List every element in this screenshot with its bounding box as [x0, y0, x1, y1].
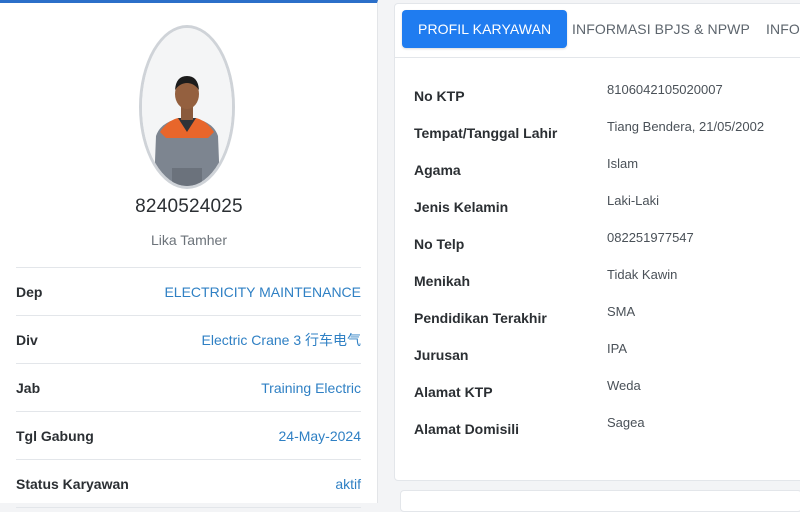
- info-row-tgl-gabung: Tgl Gabung 24-May-2024: [16, 411, 361, 459]
- field-value-agama: Islam: [607, 156, 639, 171]
- field-label-agama: Agama: [414, 162, 461, 178]
- field-value-no-ktp: 8106042105020007: [607, 82, 723, 97]
- info-label-div: Div: [16, 331, 38, 348]
- field-value-pendidikan-terakhir: SMA: [607, 304, 636, 319]
- info-row-dep: Dep ELECTRICITY MAINTENANCE: [16, 267, 361, 315]
- field-value-alamat-ktp: Weda: [607, 378, 641, 393]
- info-label-status: Status Karyawan: [16, 475, 129, 492]
- info-label-dep: Dep: [16, 283, 43, 300]
- info-row-jab: Jab Training Electric: [16, 363, 361, 411]
- field-label-tempat-tanggal-lahir: Tempat/Tanggal Lahir: [414, 125, 558, 141]
- field-value-alamat-domisili: Sagea: [607, 415, 645, 430]
- info-label-jab: Jab: [16, 379, 41, 396]
- employee-name: Lika Tamher: [150, 232, 227, 248]
- field-label-pendidikan-terakhir: Pendidikan Terakhir: [414, 310, 547, 326]
- field-value-jenis-kelamin: Laki-Laki: [607, 193, 660, 208]
- profile-card: 8240524025 Lika Tamher Dep ELECTRICITY M…: [0, 0, 378, 508]
- info-value-div[interactable]: Electric Crane 3 行车电气: [202, 330, 361, 350]
- info-value-tgl-gabung[interactable]: 24-May-2024: [279, 428, 362, 444]
- field-value-tempat-tanggal-lahir: Tiang Bendera, 21/05/2002: [607, 119, 765, 134]
- info-row-div: Div Electric Crane 3 行车电气: [16, 315, 361, 363]
- detail-card: PROFIL KARYAWAN INFORMASI BPJS & NPWP IN…: [394, 3, 800, 481]
- employee-info-list: Dep ELECTRICITY MAINTENANCE Div Electric…: [16, 267, 361, 508]
- field-label-alamat-ktp: Alamat KTP: [414, 384, 493, 400]
- employee-photo: [139, 25, 235, 189]
- employee-id: 8240524025: [135, 196, 243, 217]
- field-value-jurusan: IPA: [607, 341, 627, 356]
- field-label-alamat-domisili: Alamat Domisili: [414, 421, 520, 437]
- tab-profil-karyawan[interactable]: PROFIL KARYAWAN: [402, 10, 568, 48]
- info-value-status[interactable]: aktif: [335, 476, 361, 492]
- tab-informasi-bpjs-npwp[interactable]: INFORMASI BPJS & NPWP: [572, 10, 750, 48]
- field-label-no-ktp: No KTP: [414, 88, 465, 104]
- tab-bar: PROFIL KARYAWAN INFORMASI BPJS & NPWP IN…: [395, 4, 800, 58]
- next-card-edge: [400, 490, 800, 512]
- person-photo-icon: [142, 28, 232, 186]
- field-value-no-telp: 082251977547: [607, 230, 694, 245]
- field-label-no-telp: No Telp: [414, 236, 465, 252]
- info-value-dep[interactable]: ELECTRICITY MAINTENANCE: [164, 284, 361, 300]
- tab-informasi-more[interactable]: INFOR: [766, 10, 800, 48]
- field-label-menikah: Menikah: [414, 273, 471, 289]
- info-label-tgl-gabung: Tgl Gabung: [16, 427, 94, 444]
- field-label-jenis-kelamin: Jenis Kelamin: [414, 199, 509, 215]
- field-value-menikah: Tidak Kawin: [607, 267, 678, 282]
- field-label-jurusan: Jurusan: [414, 347, 469, 363]
- info-value-jab[interactable]: Training Electric: [261, 380, 361, 396]
- info-row-status: Status Karyawan aktif: [16, 459, 361, 508]
